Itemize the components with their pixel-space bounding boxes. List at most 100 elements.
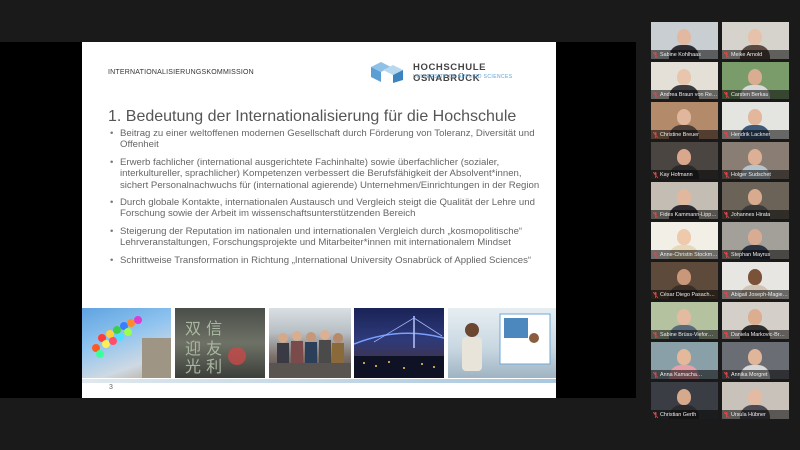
participant-name: Christine Breuer (660, 131, 699, 138)
muted-mic-icon (653, 411, 658, 418)
participant-head (677, 389, 691, 405)
participant-name-bar: Stephan Mayrus (722, 250, 789, 259)
slide-header-label: INTERNATIONALISIERUNGSKOMMISSION (108, 69, 254, 76)
participant-tile[interactable]: Daniela Markovic-Br… (722, 302, 789, 339)
bullet-list: Beitrag zu einer weltoffenen modernen Ge… (110, 128, 550, 272)
balloons-photo (82, 308, 171, 378)
participant-name-bar: Anne-Christin Stockm… (651, 250, 718, 259)
participant-name: Andrea Braun von Reine… (660, 91, 718, 98)
participant-name: Ursula Hübner (731, 411, 766, 418)
bridge-night-photo (354, 308, 444, 378)
participant-name: Meike Arnold (731, 51, 763, 58)
muted-mic-icon (653, 131, 658, 138)
participant-head (677, 229, 691, 245)
participant-name-bar: Johannes Hirata (722, 210, 789, 219)
participant-head (748, 389, 762, 405)
participant-name: César Diego Pasach… (660, 291, 715, 298)
muted-mic-icon (653, 211, 658, 218)
logo-mark-icon (371, 62, 403, 83)
participant-head (748, 229, 762, 245)
participant-name-bar: César Diego Pasach… (651, 290, 718, 299)
slide-footer-bar (82, 379, 556, 383)
slide-title: 1. Bedeutung der Internationalisierung f… (108, 108, 517, 125)
muted-mic-icon (724, 211, 729, 218)
participant-name-bar: Fides Kammann-Lipp… (651, 210, 718, 219)
participant-head (677, 269, 691, 285)
participant-name: Abigail Joseph-Magie… (731, 291, 788, 298)
participant-name-bar: Abigail Joseph-Magie… (722, 290, 789, 299)
bullet-item: Durch globale Kontakte, internationalen … (110, 197, 550, 220)
muted-mic-icon (724, 331, 729, 338)
muted-mic-icon (724, 131, 729, 138)
participant-tile[interactable]: Andrea Braun von Reine… (651, 62, 718, 99)
participant-name: Johannes Hirata (731, 211, 771, 218)
participant-tile[interactable]: Annika Morgret (722, 342, 789, 379)
muted-mic-icon (653, 91, 658, 98)
participant-tile[interactable]: Sabine Kohlhaas (651, 22, 718, 59)
participant-tile[interactable]: César Diego Pasach… (651, 262, 718, 299)
bullet-item: Erwerb fachlicher (international ausgeri… (110, 157, 550, 191)
svg-text:光 利: 光 利 (185, 357, 222, 376)
participant-name-bar: Christian Gerth (651, 410, 718, 419)
participant-name: Anna Kamacha… (660, 371, 703, 378)
participant-name-bar: Daniela Markovic-Br… (722, 330, 789, 339)
svg-text:双 信: 双 信 (185, 319, 222, 338)
muted-mic-icon (653, 51, 658, 58)
participant-name-bar: Annika Morgret (722, 370, 789, 379)
participant-head (748, 29, 762, 45)
participant-head (748, 349, 762, 365)
muted-mic-icon (653, 251, 658, 258)
participant-head (677, 189, 691, 205)
participant-name: Fides Kammann-Lipp… (660, 211, 717, 218)
participant-name: Annika Morgret (731, 371, 768, 378)
participant-name-bar: Sabine Kohlhaas (651, 50, 718, 59)
participant-tile[interactable]: Holger Sudschet (722, 142, 789, 179)
bullet-item: Beitrag zu einer weltoffenen modernen Ge… (110, 128, 550, 151)
participant-tile[interactable]: Stephan Mayrus (722, 222, 789, 259)
participant-head (748, 309, 762, 325)
muted-mic-icon (724, 411, 729, 418)
muted-mic-icon (724, 171, 729, 178)
participant-tile[interactable]: Ursula Hübner (722, 382, 789, 419)
participant-tile[interactable]: Meike Arnold (722, 22, 789, 59)
participant-tile[interactable]: Sabine Brüss-Viefor… (651, 302, 718, 339)
participant-head (677, 309, 691, 325)
participant-name-bar: Hendrik Lackner (722, 130, 789, 139)
participant-tile[interactable]: Christian Gerth (651, 382, 718, 419)
participant-name: Daniela Markovic-Br… (731, 331, 785, 338)
participant-name: Stephan Mayrus (731, 251, 771, 258)
participant-name: Hendrik Lackner (731, 131, 771, 138)
participant-head (677, 109, 691, 125)
participant-tile[interactable]: Anna Kamacha… (651, 342, 718, 379)
participant-head (748, 189, 762, 205)
participant-tile[interactable]: Abigail Joseph-Magie… (722, 262, 789, 299)
participant-name-bar: Christine Breuer (651, 130, 718, 139)
participant-head (748, 69, 762, 85)
muted-mic-icon (653, 371, 658, 378)
photo-strip: 双 信 迎 友 光 利 (82, 308, 556, 380)
shared-screen: INTERNATIONALISIERUNGSKOMMISSION HOCHSCH… (0, 42, 636, 398)
participant-tile[interactable]: Fides Kammann-Lipp… (651, 182, 718, 219)
muted-mic-icon (724, 91, 729, 98)
muted-mic-icon (653, 291, 658, 298)
participant-tile[interactable]: Hendrik Lackner (722, 102, 789, 139)
participant-name-bar: Kay Hofmann (651, 170, 718, 179)
muted-mic-icon (724, 251, 729, 258)
participant-tile[interactable]: Christine Breuer (651, 102, 718, 139)
participant-name-bar: Ursula Hübner (722, 410, 789, 419)
participant-head (748, 109, 762, 125)
participant-name: Christian Gerth (660, 411, 697, 418)
participant-name-bar: Sabine Brüss-Viefor… (651, 330, 718, 339)
participant-name-bar: Anna Kamacha… (651, 370, 718, 379)
participant-name: Holger Sudschet (731, 171, 771, 178)
bullet-item: Steigerung der Reputation im nationalen … (110, 226, 550, 249)
participant-tile[interactable]: Carsten Berkau (722, 62, 789, 99)
participant-tile[interactable]: Kay Hofmann (651, 142, 718, 179)
participant-tile[interactable]: Johannes Hirata (722, 182, 789, 219)
participant-head (677, 349, 691, 365)
participant-name: Anne-Christin Stockm… (660, 251, 718, 258)
students-poster-photo (448, 308, 556, 378)
participant-name: Sabine Brüss-Viefor… (660, 331, 714, 338)
participant-tile[interactable]: Anne-Christin Stockm… (651, 222, 718, 259)
participant-name: Sabine Kohlhaas (660, 51, 701, 58)
